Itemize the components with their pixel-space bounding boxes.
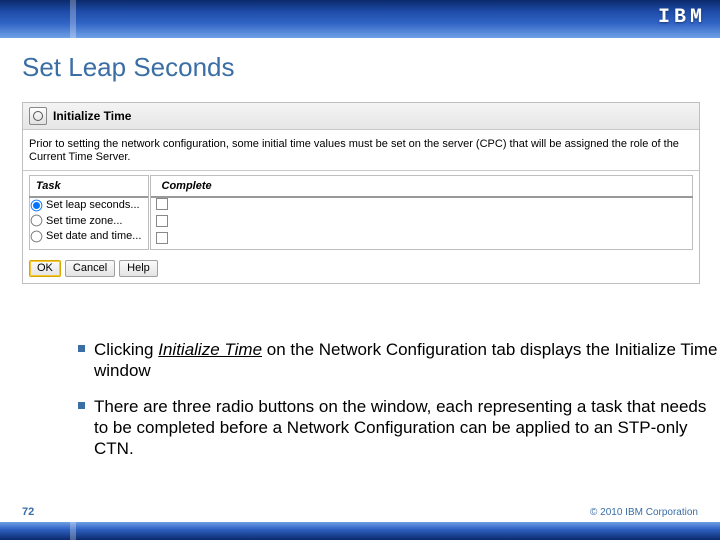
top-accent-bar: IBM [0,0,720,38]
complete-checkbox-3 [156,232,168,244]
window-header: Initialize Time [23,103,699,130]
copyright: © 2010 IBM Corporation [590,507,698,518]
column-header-complete: Complete [156,176,693,198]
initialize-time-window: Initialize Time Prior to setting the net… [22,102,700,284]
task-table: Task Complete Set leap seconds... Set ti… [29,175,693,250]
bottom-accent-bar [0,522,720,540]
radio-set-leap-seconds-input[interactable] [31,200,43,212]
radio-set-time-zone[interactable]: Set time zone... [30,214,148,228]
radio-set-leap-seconds[interactable]: Set leap seconds... [30,198,148,212]
ibm-logo: IBM [658,6,706,29]
complete-checkbox-1 [156,198,168,210]
complete-checkbox-2 [156,215,168,227]
page-number: 72 [22,506,34,518]
window-intro-text: Prior to setting the network configurati… [23,130,699,170]
ok-button[interactable]: OK [29,260,61,277]
task-radio-group: Set leap seconds... Set time zone... Set… [30,197,150,250]
top-accent-notch [70,0,76,38]
button-row: OK Cancel Help [23,256,699,283]
radio-set-date-time[interactable]: Set date and time... [30,229,148,243]
clock-icon [29,107,47,125]
radio-set-date-time-input[interactable] [31,230,43,242]
column-header-task: Task [30,176,150,198]
complete-column [156,197,693,250]
bullet-1: Clicking Initialize Time on the Network … [78,339,718,382]
radio-set-time-zone-input[interactable] [31,215,43,227]
window-title: Initialize Time [53,109,131,123]
help-button[interactable]: Help [119,260,158,277]
bullet-1-em: Initialize Time [158,340,262,359]
bottom-accent-notch [70,522,76,540]
bullet-2: There are three radio buttons on the win… [78,396,718,460]
bullet-list: Clicking Initialize Time on the Network … [38,339,718,473]
cancel-button[interactable]: Cancel [65,260,115,277]
slide-title: Set Leap Seconds [22,52,235,83]
slide: IBM Set Leap Seconds Initialize Time Pri… [0,0,720,540]
